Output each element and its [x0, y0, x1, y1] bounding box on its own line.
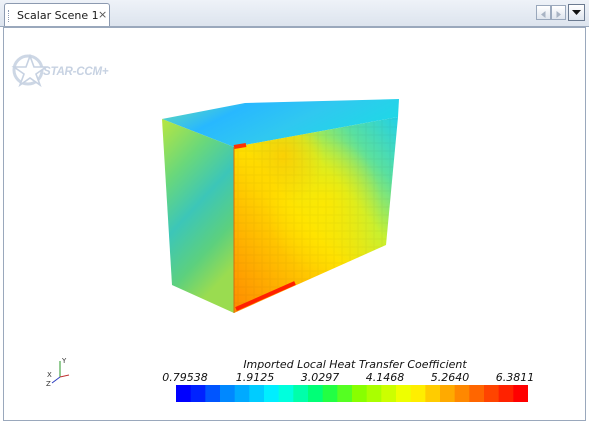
colorbar-swatch [484, 385, 500, 402]
colorbar-swatch [425, 385, 441, 402]
colorbar-swatch [337, 385, 353, 402]
colorbar-swatch [264, 385, 280, 402]
tab-grip [8, 10, 13, 22]
colorbar-swatch [469, 385, 485, 402]
axis-triad-icon: Y X Z [46, 357, 70, 387]
colorbar-swatch [205, 385, 221, 402]
axis-z-label: Z [46, 380, 51, 387]
colorbar-swatch [322, 385, 338, 402]
legend-tick: 4.1468 [365, 371, 405, 384]
colorbar-swatch [176, 385, 192, 402]
legend-tick: 0.79538 [162, 371, 208, 384]
scroll-tabs-right-button[interactable] [551, 5, 566, 20]
dropdown-arrow-icon [572, 10, 581, 15]
chevron-right-icon [556, 11, 561, 18]
scroll-tabs-left-button[interactable] [536, 5, 551, 20]
legend-tick: 1.9125 [235, 371, 275, 384]
colorbar-swatch [190, 385, 206, 402]
legend-tick: 5.2640 [430, 371, 470, 384]
tab-scalar-scene-1[interactable]: Scalar Scene 1 × [4, 3, 110, 26]
scene-tab-bar: Scalar Scene 1 × [0, 0, 589, 27]
tab-label: Scalar Scene 1 [17, 9, 99, 22]
tab-list-menu-button[interactable] [568, 4, 585, 21]
box-left-face [162, 119, 234, 313]
colorbar-swatch [454, 385, 470, 402]
colorbar-swatch [308, 385, 324, 402]
colorbar-swatch [513, 385, 528, 402]
colorbar-swatch [293, 385, 309, 402]
legend-tick: 3.0297 [300, 371, 340, 384]
tab-close-icon[interactable]: × [98, 8, 107, 21]
legend-tick: 6.3811 [495, 371, 535, 384]
scalar-box-render [162, 99, 399, 313]
legend-colorbar [176, 385, 528, 402]
legend-title: Imported Local Heat Transfer Coefficient [243, 358, 467, 371]
chevron-left-icon [541, 11, 546, 18]
axis-x-label: X [47, 371, 52, 379]
colorbar-swatch [440, 385, 456, 402]
colorbar-swatch [220, 385, 236, 402]
colorbar-swatch [234, 385, 250, 402]
colorbar-swatch [278, 385, 294, 402]
logo-text: STAR-CCM+ [43, 66, 109, 78]
colorbar-swatch [396, 385, 412, 402]
axis-y-label: Y [61, 357, 67, 365]
colorbar-swatch [249, 385, 265, 402]
colorbar-swatch [366, 385, 382, 402]
colorbar-swatch [352, 385, 368, 402]
colorbar-swatch [498, 385, 514, 402]
colorbar-swatch [410, 385, 426, 402]
colorbar-swatch [381, 385, 397, 402]
